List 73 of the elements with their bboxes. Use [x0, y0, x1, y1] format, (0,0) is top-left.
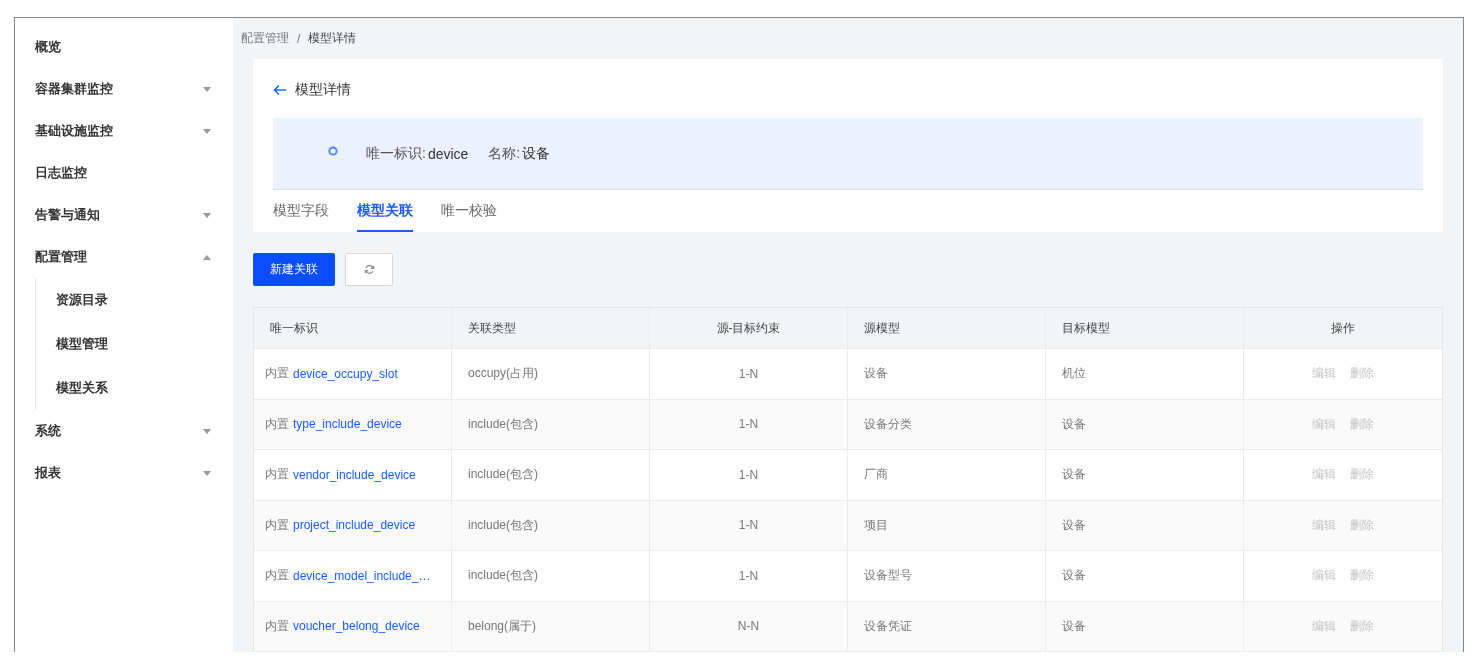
breadcrumb-item: /	[297, 31, 301, 46]
table-cell: 项目	[848, 500, 1046, 550]
nav-item[interactable]: 告警与通知	[15, 194, 233, 236]
tab[interactable]: 唯一校验	[441, 190, 497, 232]
builtin-label: 内置	[265, 567, 289, 585]
relation-link[interactable]: device_occupy_slot	[293, 366, 398, 381]
builtin-label: 内置	[265, 466, 289, 484]
caret-icon	[203, 428, 211, 434]
breadcrumb-item[interactable]: 配置管理	[241, 30, 289, 47]
table-cell: 设备	[848, 349, 1046, 399]
table-cell: 机位	[1046, 349, 1244, 399]
table-cell: 设备	[1046, 500, 1244, 550]
table-cell: include(包含)	[452, 450, 650, 500]
builtin-label: 内置	[265, 617, 289, 635]
tab[interactable]: 模型关联	[357, 190, 413, 232]
nav-subitem[interactable]: 模型关系	[36, 366, 233, 410]
id-value: device	[427, 145, 469, 162]
table-cell: 1-N	[650, 500, 848, 550]
table-cell: 设备	[1046, 551, 1244, 601]
table-cell: 设备	[1046, 399, 1244, 449]
table-cell: include(包含)	[452, 399, 650, 449]
caret-icon	[203, 128, 211, 134]
caret-icon	[203, 254, 211, 260]
table-cell: N-N	[650, 601, 848, 651]
column-header: 源-目标约束	[650, 308, 848, 348]
table-cell: 1-N	[650, 450, 848, 500]
table-cell: 1-N	[650, 399, 848, 449]
name-label: 名称:	[488, 144, 521, 163]
column-header: 目标模型	[1046, 308, 1244, 348]
id-label: 唯一标识:	[366, 144, 426, 163]
nav-item[interactable]: 基础设施监控	[15, 110, 233, 152]
builtin-label: 内置	[265, 365, 289, 383]
table-cell: 1-N	[650, 551, 848, 601]
nav-subitem[interactable]: 资源目录	[36, 278, 233, 322]
column-header: 源模型	[848, 308, 1046, 348]
table-cell: belong(属于)	[452, 601, 650, 651]
table-cell: 设备型号	[848, 551, 1046, 601]
table-cell: 设备	[1046, 450, 1244, 500]
builtin-label: 内置	[265, 415, 289, 433]
table-cell: include(包含)	[452, 500, 650, 550]
column-header: 操作	[1330, 319, 1356, 337]
table-cell: 设备	[1046, 601, 1244, 651]
table-cell: 设备分类	[848, 399, 1046, 449]
nav-item[interactable]: 日志监控	[15, 152, 233, 194]
table-cell: 1-N	[650, 349, 848, 399]
builtin-label: 内置	[265, 516, 289, 534]
breadcrumb-item: 模型详情	[308, 30, 357, 47]
create-button[interactable]: 新建关联	[253, 253, 335, 286]
back-arrow-icon[interactable]	[273, 83, 287, 96]
relation-link[interactable]: type_include_device	[293, 417, 402, 432]
nav-item[interactable]: 配置管理	[15, 236, 233, 278]
caret-icon	[203, 470, 211, 476]
relation-link[interactable]: project_include_device	[293, 518, 416, 533]
page-title: 模型详情	[295, 80, 351, 99]
table-cell: occupy(占用)	[452, 349, 650, 399]
table-cell: 厂商	[848, 450, 1046, 500]
nav-item[interactable]: 系统	[15, 410, 233, 452]
name-value: 设备	[522, 144, 551, 163]
relation-link[interactable]: vendor_include_device	[293, 467, 416, 482]
column-header: 关联类型	[452, 308, 650, 348]
caret-icon	[203, 212, 211, 218]
column-header: 唯一标识	[254, 308, 452, 348]
caret-icon	[203, 86, 211, 92]
nav-item[interactable]: 报表	[15, 452, 233, 494]
refresh-icon	[363, 264, 375, 275]
tab[interactable]: 模型字段	[273, 190, 329, 232]
nav-item[interactable]: 容器集群监控	[15, 68, 233, 110]
nav-item[interactable]: 概览	[15, 26, 233, 68]
table-cell: 设备凭证	[848, 601, 1046, 651]
relation-link[interactable]: device_model_include_…	[293, 568, 431, 583]
table-cell: include(包含)	[452, 551, 650, 601]
nav-subitem[interactable]: 模型管理	[36, 322, 233, 366]
relation-link[interactable]: voucher_belong_device	[293, 619, 420, 634]
